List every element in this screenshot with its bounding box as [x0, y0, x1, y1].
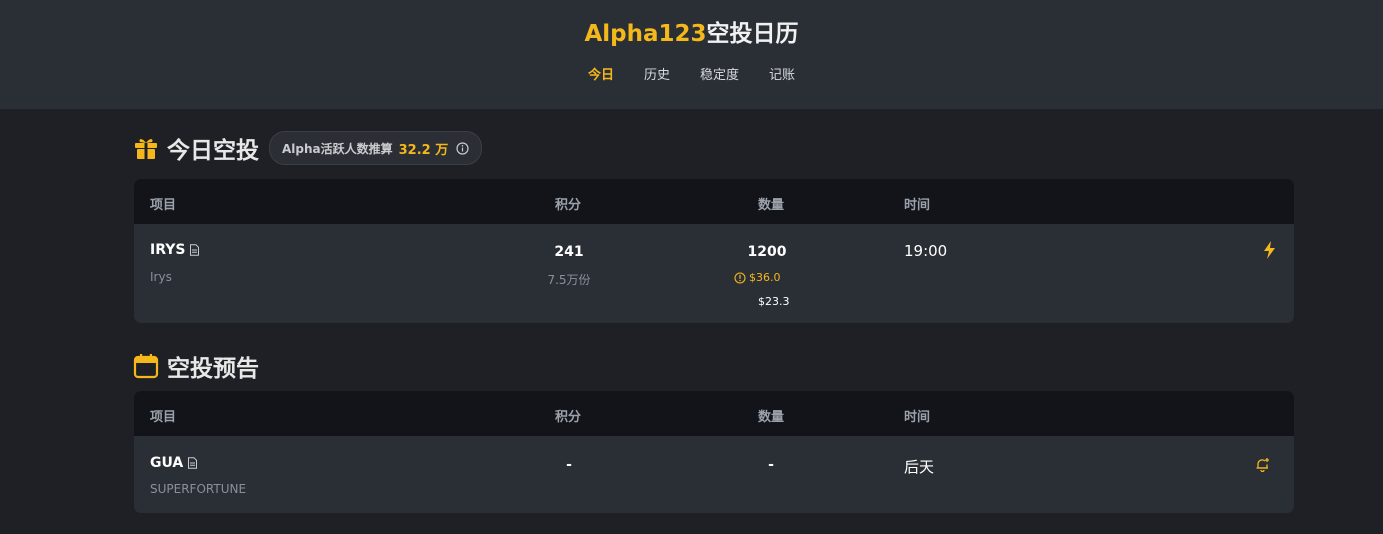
points-value: -: [566, 457, 572, 473]
table-header: 项目 积分 数量 时间: [134, 179, 1294, 224]
active-users-label: Alpha活跃人数推算: [282, 141, 393, 156]
main-nav: 今日 历史 稳定度 记账: [0, 64, 1383, 83]
col-amount: 数量: [758, 198, 785, 213]
amount-value: 1200: [747, 244, 787, 260]
info-icon[interactable]: [456, 141, 469, 155]
title-brand: Alpha123: [584, 21, 707, 47]
amount-value: -: [768, 457, 774, 473]
project-symbol: GUA: [150, 455, 198, 471]
col-time: 时间: [904, 198, 931, 213]
upcoming-table: 项目 积分 数量 时间 GUA SUPERFORTUNE - - 后天: [134, 391, 1294, 513]
active-users-pill: Alpha活跃人数推算 32.2 万: [269, 131, 483, 165]
today-heading: 今日空投: [167, 138, 259, 164]
airdrop-time: 后天: [904, 458, 935, 476]
document-icon[interactable]: [189, 244, 200, 256]
today-section-heading: 今日空投 Alpha活跃人数推算 32.2 万: [133, 131, 483, 165]
bell-add-icon[interactable]: [1255, 457, 1270, 476]
page-title: Alpha123空投日历: [0, 14, 1383, 48]
points-sub: 7.5万份: [547, 273, 591, 287]
value-warning: $36.0: [734, 271, 781, 284]
col-points: 积分: [555, 198, 582, 213]
today-table: 项目 积分 数量 时间 IRYS Irys 241 7.5万份 1200 $36…: [134, 179, 1294, 323]
project-symbol: IRYS: [150, 242, 200, 258]
project-name: SUPERFORTUNE: [150, 482, 247, 496]
value-usd: $23.3: [758, 295, 790, 308]
calendar-icon: [133, 353, 159, 379]
table-header: 项目 积分 数量 时间: [134, 391, 1294, 436]
warning-circle-icon: [734, 271, 746, 284]
upcoming-heading: 空投预告: [167, 356, 259, 382]
table-row[interactable]: GUA SUPERFORTUNE - - 后天: [134, 436, 1294, 513]
table-row[interactable]: IRYS Irys 241 7.5万份 1200 $36.0 $23.3 19:…: [134, 224, 1294, 323]
nav-stability[interactable]: 稳定度: [700, 64, 739, 83]
app-header: Alpha123空投日历 今日 历史 稳定度 记账: [0, 0, 1383, 109]
document-icon[interactable]: [187, 457, 198, 469]
col-project: 项目: [150, 198, 177, 213]
col-project: 项目: [150, 410, 177, 425]
col-time: 时间: [904, 410, 931, 425]
lightning-icon[interactable]: [1263, 241, 1276, 263]
airdrop-time: 19:00: [904, 242, 948, 260]
upcoming-section-heading: 空投预告: [133, 349, 259, 383]
gift-icon: [133, 135, 159, 161]
nav-ledger[interactable]: 记账: [769, 64, 795, 83]
nav-today[interactable]: 今日: [588, 64, 614, 83]
project-name: Irys: [150, 270, 172, 284]
col-points: 积分: [555, 410, 582, 425]
col-amount: 数量: [758, 410, 785, 425]
nav-history[interactable]: 历史: [644, 64, 670, 83]
active-users-value: 32.2 万: [398, 142, 449, 158]
points-value: 241: [554, 244, 584, 260]
title-text: 空投日历: [706, 21, 799, 47]
